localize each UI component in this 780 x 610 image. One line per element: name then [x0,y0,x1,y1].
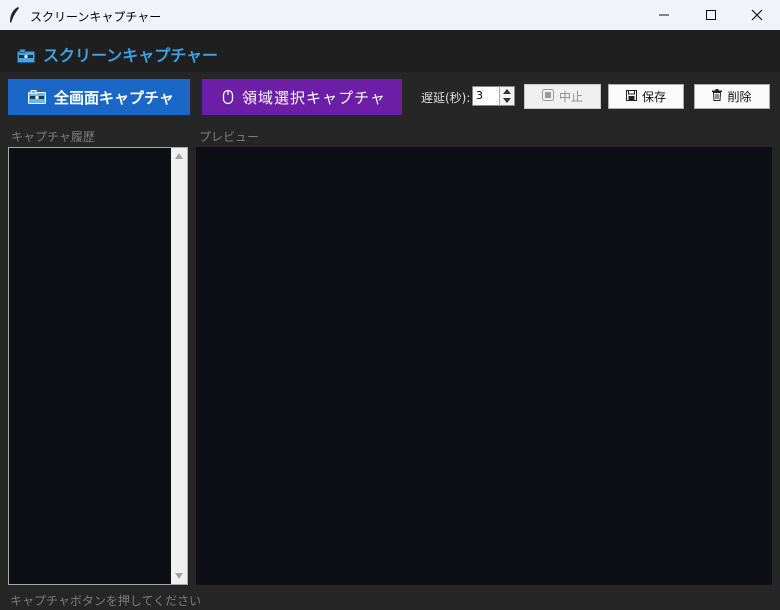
stop-label: 中止 [558,90,583,104]
preview-canvas [196,147,772,585]
minimize-icon [658,6,670,25]
history-label: キャプチャ履歴 [11,130,95,144]
app-title: スクリーンキャプチャー [43,46,219,65]
save-label: 保存 [641,90,666,104]
camera-icon [28,90,46,104]
camera-icon [17,48,35,67]
floppy-icon [625,89,637,104]
maximize-icon [705,6,717,25]
spin-down-icon[interactable] [503,98,511,103]
spinbox-arrows [499,87,514,105]
maximize-button[interactable] [688,0,734,30]
stop-icon [541,89,554,104]
window-title: スクリーンキャプチャー [30,10,162,24]
minimize-button[interactable] [641,0,687,30]
capture-history-list[interactable] [8,147,188,585]
delay-spinbox[interactable]: 3 [472,86,515,106]
feather-icon [8,6,24,24]
history-scrollbar[interactable] [171,148,187,584]
app-header: スクリーンキャプチャー [0,30,780,72]
history-list-area[interactable] [9,148,171,584]
region-capture-button[interactable]: 領域選択キャプチャ [202,79,402,115]
toolbar: 全画面キャプチャ 領域選択キャプチャ 遅延(秒): 3 中止 保存 削除 [0,72,780,124]
delay-label: 遅延(秒): [421,91,471,105]
fullscreen-capture-label: 全画面キャプチャ [54,88,174,107]
trash-icon [712,89,723,104]
delay-value[interactable]: 3 [476,89,483,102]
fullscreen-capture-button[interactable]: 全画面キャプチャ [8,79,190,115]
delete-button[interactable]: 削除 [694,84,770,109]
save-button[interactable]: 保存 [608,84,684,109]
spin-up-icon[interactable] [503,89,511,94]
scroll-up-icon[interactable] [175,153,183,159]
preview-label: プレビュー [199,130,260,144]
stop-button[interactable]: 中止 [524,84,601,109]
region-capture-label: 領域選択キャプチャ [242,88,386,107]
delete-label: 削除 [727,90,752,104]
status-text: キャプチャボタンを押してください [10,594,202,608]
close-icon [751,6,763,25]
mouse-icon [222,89,234,105]
scroll-down-icon[interactable] [175,573,183,579]
close-button[interactable] [734,0,780,30]
window-titlebar: スクリーンキャプチャー [0,0,780,30]
